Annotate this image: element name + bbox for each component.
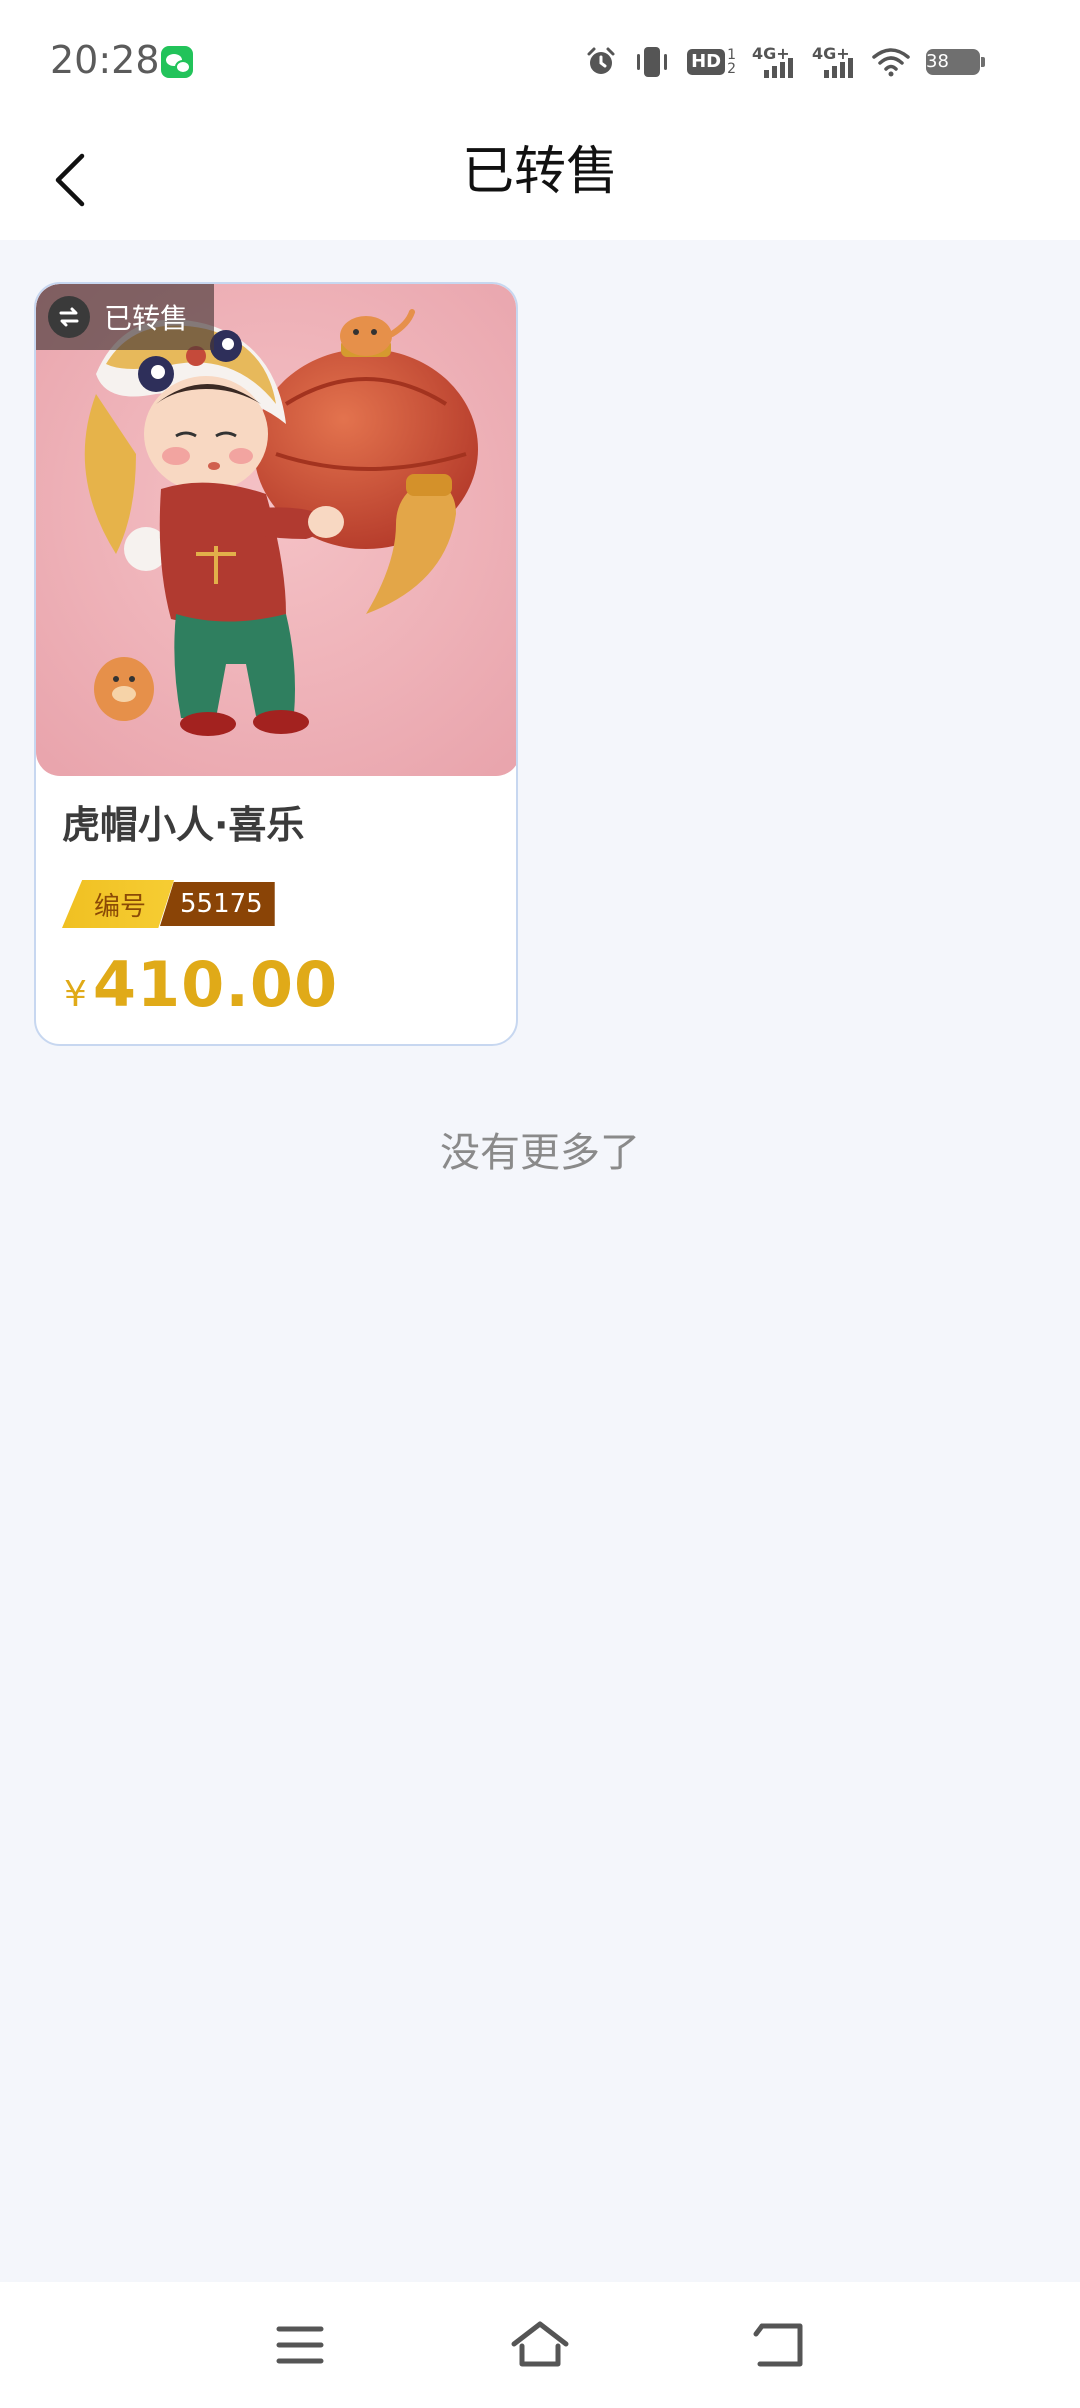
wechat-notification-icon (161, 46, 193, 78)
hd-sub: 12 (727, 47, 736, 77)
chevron-left-icon (55, 153, 85, 207)
page-title: 已转售 (461, 142, 618, 202)
currency-symbol: ¥ (64, 974, 87, 1015)
no-more-text: 没有更多了 (440, 1130, 640, 1176)
illustration-tiger-hat-child (36, 284, 516, 776)
nav-back-button[interactable] (740, 2308, 820, 2382)
hd-label: HD (687, 49, 726, 75)
return-icon (753, 2323, 803, 2367)
hd-voice-icon: HD 12 (687, 48, 736, 76)
menu-icon (276, 2326, 324, 2364)
price-value: 410.00 (92, 948, 339, 1021)
product-image: 已转售 (36, 284, 516, 776)
resold-badge: 已转售 (36, 284, 214, 350)
serial-label: 编号 (62, 880, 174, 928)
product-title: 虎帽小人·喜乐 (62, 803, 305, 847)
nav-home-button[interactable] (500, 2308, 580, 2382)
alarm-icon (585, 46, 617, 78)
home-icon (511, 2321, 569, 2367)
battery-icon: 38 (926, 49, 985, 75)
wifi-icon (872, 47, 910, 77)
product-price: ¥ 410.00 (64, 948, 338, 1021)
back-button[interactable] (30, 140, 110, 220)
resold-badge-label: 已转售 (104, 302, 189, 335)
swap-icon (48, 296, 90, 338)
nav-menu-button[interactable] (260, 2308, 340, 2382)
serial-tag: 编号 55175 (62, 880, 275, 928)
system-nav-bar (0, 2282, 1080, 2408)
signal-4g-icon-2: 4G+ (812, 44, 856, 80)
serial-number: 55175 (160, 882, 275, 926)
signal-4g-icon-1: 4G+ (752, 44, 796, 80)
product-card[interactable]: 已转售 虎帽小人·喜乐 编号 55175 ¥ 410.00 (34, 282, 518, 1046)
status-time: 20:28 (50, 38, 160, 82)
vibrate-icon (633, 45, 671, 79)
status-icons: HD 12 4G+ 4G+ 38 (585, 42, 985, 82)
title-bar: 已转售 (0, 120, 1080, 240)
status-bar: 20:28 HD 12 4G+ 4G+ 38 (0, 0, 1080, 120)
